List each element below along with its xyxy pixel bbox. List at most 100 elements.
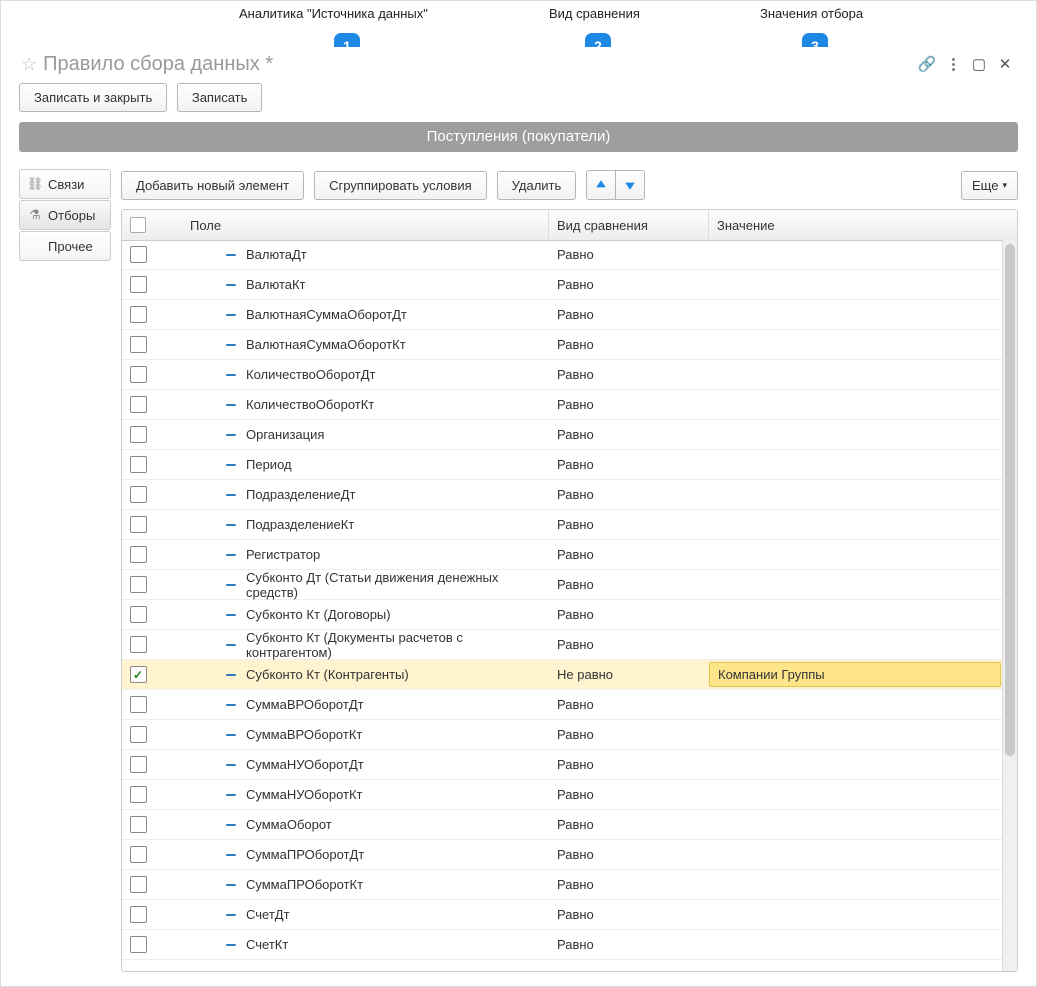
- row-checkbox[interactable]: [130, 726, 147, 743]
- more-button[interactable]: Еще▾: [961, 171, 1018, 200]
- table-row[interactable]: ПодразделениеКтРавно: [122, 510, 1003, 540]
- comparison-cell[interactable]: Равно: [549, 277, 709, 292]
- save-and-close-button[interactable]: Записать и закрыть: [19, 83, 167, 112]
- field-dash-icon: [226, 524, 236, 526]
- add-element-button[interactable]: Добавить новый элемент: [121, 171, 304, 200]
- comparison-cell[interactable]: Равно: [549, 547, 709, 562]
- row-checkbox[interactable]: [130, 546, 147, 563]
- callout-label: Вид сравнения: [549, 6, 640, 21]
- row-checkbox[interactable]: [130, 876, 147, 893]
- sidebar-item-0[interactable]: ⛓Связи: [19, 169, 111, 199]
- comparison-cell[interactable]: Не равно: [549, 667, 709, 682]
- table-row[interactable]: СуммаПРОборотКтРавно: [122, 870, 1003, 900]
- callout-label: Значения отбора: [760, 6, 863, 21]
- comparison-cell[interactable]: Равно: [549, 577, 709, 592]
- comparison-cell[interactable]: Равно: [549, 307, 709, 322]
- row-checkbox[interactable]: [130, 696, 147, 713]
- header-checkbox[interactable]: [130, 217, 146, 233]
- row-checkbox[interactable]: [130, 396, 147, 413]
- link-icon[interactable]: 🔗: [914, 51, 940, 77]
- table-row[interactable]: КоличествоОборотКтРавно: [122, 390, 1003, 420]
- comparison-cell[interactable]: Равно: [549, 247, 709, 262]
- scrollbar-thumb[interactable]: [1005, 244, 1015, 756]
- table-row[interactable]: Субконто Дт (Статьи движения денежных ср…: [122, 570, 1003, 600]
- delete-button[interactable]: Удалить: [497, 171, 577, 200]
- row-checkbox[interactable]: [130, 756, 147, 773]
- sidebar-item-label: Связи: [48, 177, 84, 192]
- comparison-cell[interactable]: Равно: [549, 367, 709, 382]
- row-checkbox[interactable]: [130, 486, 147, 503]
- move-down-button[interactable]: [615, 171, 644, 199]
- comparison-cell[interactable]: Равно: [549, 457, 709, 472]
- sidebar-item-2[interactable]: Прочее: [19, 231, 111, 261]
- row-checkbox[interactable]: ✓: [130, 666, 147, 683]
- comparison-cell[interactable]: Равно: [549, 727, 709, 742]
- table-row[interactable]: СуммаНУОборотКтРавно: [122, 780, 1003, 810]
- table-row[interactable]: ВалютаКтРавно: [122, 270, 1003, 300]
- row-checkbox[interactable]: [130, 846, 147, 863]
- table-row[interactable]: СчетКтРавно: [122, 930, 1003, 960]
- row-checkbox[interactable]: [130, 366, 147, 383]
- comparison-cell[interactable]: Равно: [549, 757, 709, 772]
- row-checkbox[interactable]: [130, 786, 147, 803]
- table-row[interactable]: СуммаОборотРавно: [122, 810, 1003, 840]
- maximize-icon[interactable]: ▢: [966, 51, 992, 77]
- row-checkbox[interactable]: [130, 636, 147, 653]
- move-up-button[interactable]: [587, 171, 615, 199]
- row-checkbox[interactable]: [130, 576, 147, 593]
- comparison-cell[interactable]: Равно: [549, 937, 709, 952]
- table-row[interactable]: Субконто Кт (Документы расчетов с контра…: [122, 630, 1003, 660]
- comparison-cell[interactable]: Равно: [549, 637, 709, 652]
- comparison-cell[interactable]: Равно: [549, 517, 709, 532]
- comparison-cell[interactable]: Равно: [549, 787, 709, 802]
- vertical-scrollbar[interactable]: [1002, 240, 1017, 971]
- column-comparison[interactable]: Вид сравнения: [549, 210, 709, 240]
- table-row[interactable]: ПериодРавно: [122, 450, 1003, 480]
- table-row[interactable]: СуммаВРОборотКтРавно: [122, 720, 1003, 750]
- table-row[interactable]: КоличествоОборотДтРавно: [122, 360, 1003, 390]
- save-button[interactable]: Записать: [177, 83, 263, 112]
- table-row[interactable]: ВалютнаяСуммаОборотКтРавно: [122, 330, 1003, 360]
- column-field[interactable]: Поле: [154, 210, 549, 240]
- comparison-cell[interactable]: Равно: [549, 337, 709, 352]
- table-row[interactable]: СуммаВРОборотДтРавно: [122, 690, 1003, 720]
- row-checkbox[interactable]: [130, 456, 147, 473]
- table-row[interactable]: ПодразделениеДтРавно: [122, 480, 1003, 510]
- table-row[interactable]: СуммаНУОборотДтРавно: [122, 750, 1003, 780]
- row-checkbox[interactable]: [130, 306, 147, 323]
- table-row[interactable]: РегистраторРавно: [122, 540, 1003, 570]
- row-checkbox[interactable]: [130, 936, 147, 953]
- comparison-cell[interactable]: Равно: [549, 907, 709, 922]
- table-row[interactable]: ВалютнаяСуммаОборотДтРавно: [122, 300, 1003, 330]
- row-checkbox[interactable]: [130, 276, 147, 293]
- table-row[interactable]: ОрганизацияРавно: [122, 420, 1003, 450]
- comparison-cell[interactable]: Равно: [549, 877, 709, 892]
- close-icon[interactable]: ✕: [992, 51, 1018, 77]
- column-value[interactable]: Значение: [709, 210, 1017, 240]
- comparison-cell[interactable]: Равно: [549, 817, 709, 832]
- table-row[interactable]: ✓Субконто Кт (Контрагенты)Не равноКомпан…: [122, 660, 1003, 690]
- more-menu-icon[interactable]: ⋮: [940, 51, 966, 77]
- row-checkbox[interactable]: [130, 516, 147, 533]
- comparison-cell[interactable]: Равно: [549, 847, 709, 862]
- row-checkbox[interactable]: [130, 816, 147, 833]
- row-checkbox[interactable]: [130, 606, 147, 623]
- sidebar-item-1[interactable]: ⚗Отборы: [19, 200, 111, 230]
- comparison-cell[interactable]: Равно: [549, 607, 709, 622]
- table-row[interactable]: Субконто Кт (Договоры)Равно: [122, 600, 1003, 630]
- table-row[interactable]: СчетДтРавно: [122, 900, 1003, 930]
- row-checkbox[interactable]: [130, 906, 147, 923]
- table-row[interactable]: ВалютаДтРавно: [122, 240, 1003, 270]
- comparison-cell[interactable]: Равно: [549, 427, 709, 442]
- table-row[interactable]: СуммаПРОборотДтРавно: [122, 840, 1003, 870]
- row-checkbox[interactable]: [130, 246, 147, 263]
- comparison-cell[interactable]: Равно: [549, 487, 709, 502]
- row-checkbox[interactable]: [130, 426, 147, 443]
- favorite-star-icon[interactable]: ☆: [21, 54, 37, 75]
- comparison-cell[interactable]: Равно: [549, 397, 709, 412]
- field-dash-icon: [226, 614, 236, 616]
- group-conditions-button[interactable]: Сгруппировать условия: [314, 171, 487, 200]
- value-cell[interactable]: Компании Группы: [709, 662, 1001, 687]
- comparison-cell[interactable]: Равно: [549, 697, 709, 712]
- row-checkbox[interactable]: [130, 336, 147, 353]
